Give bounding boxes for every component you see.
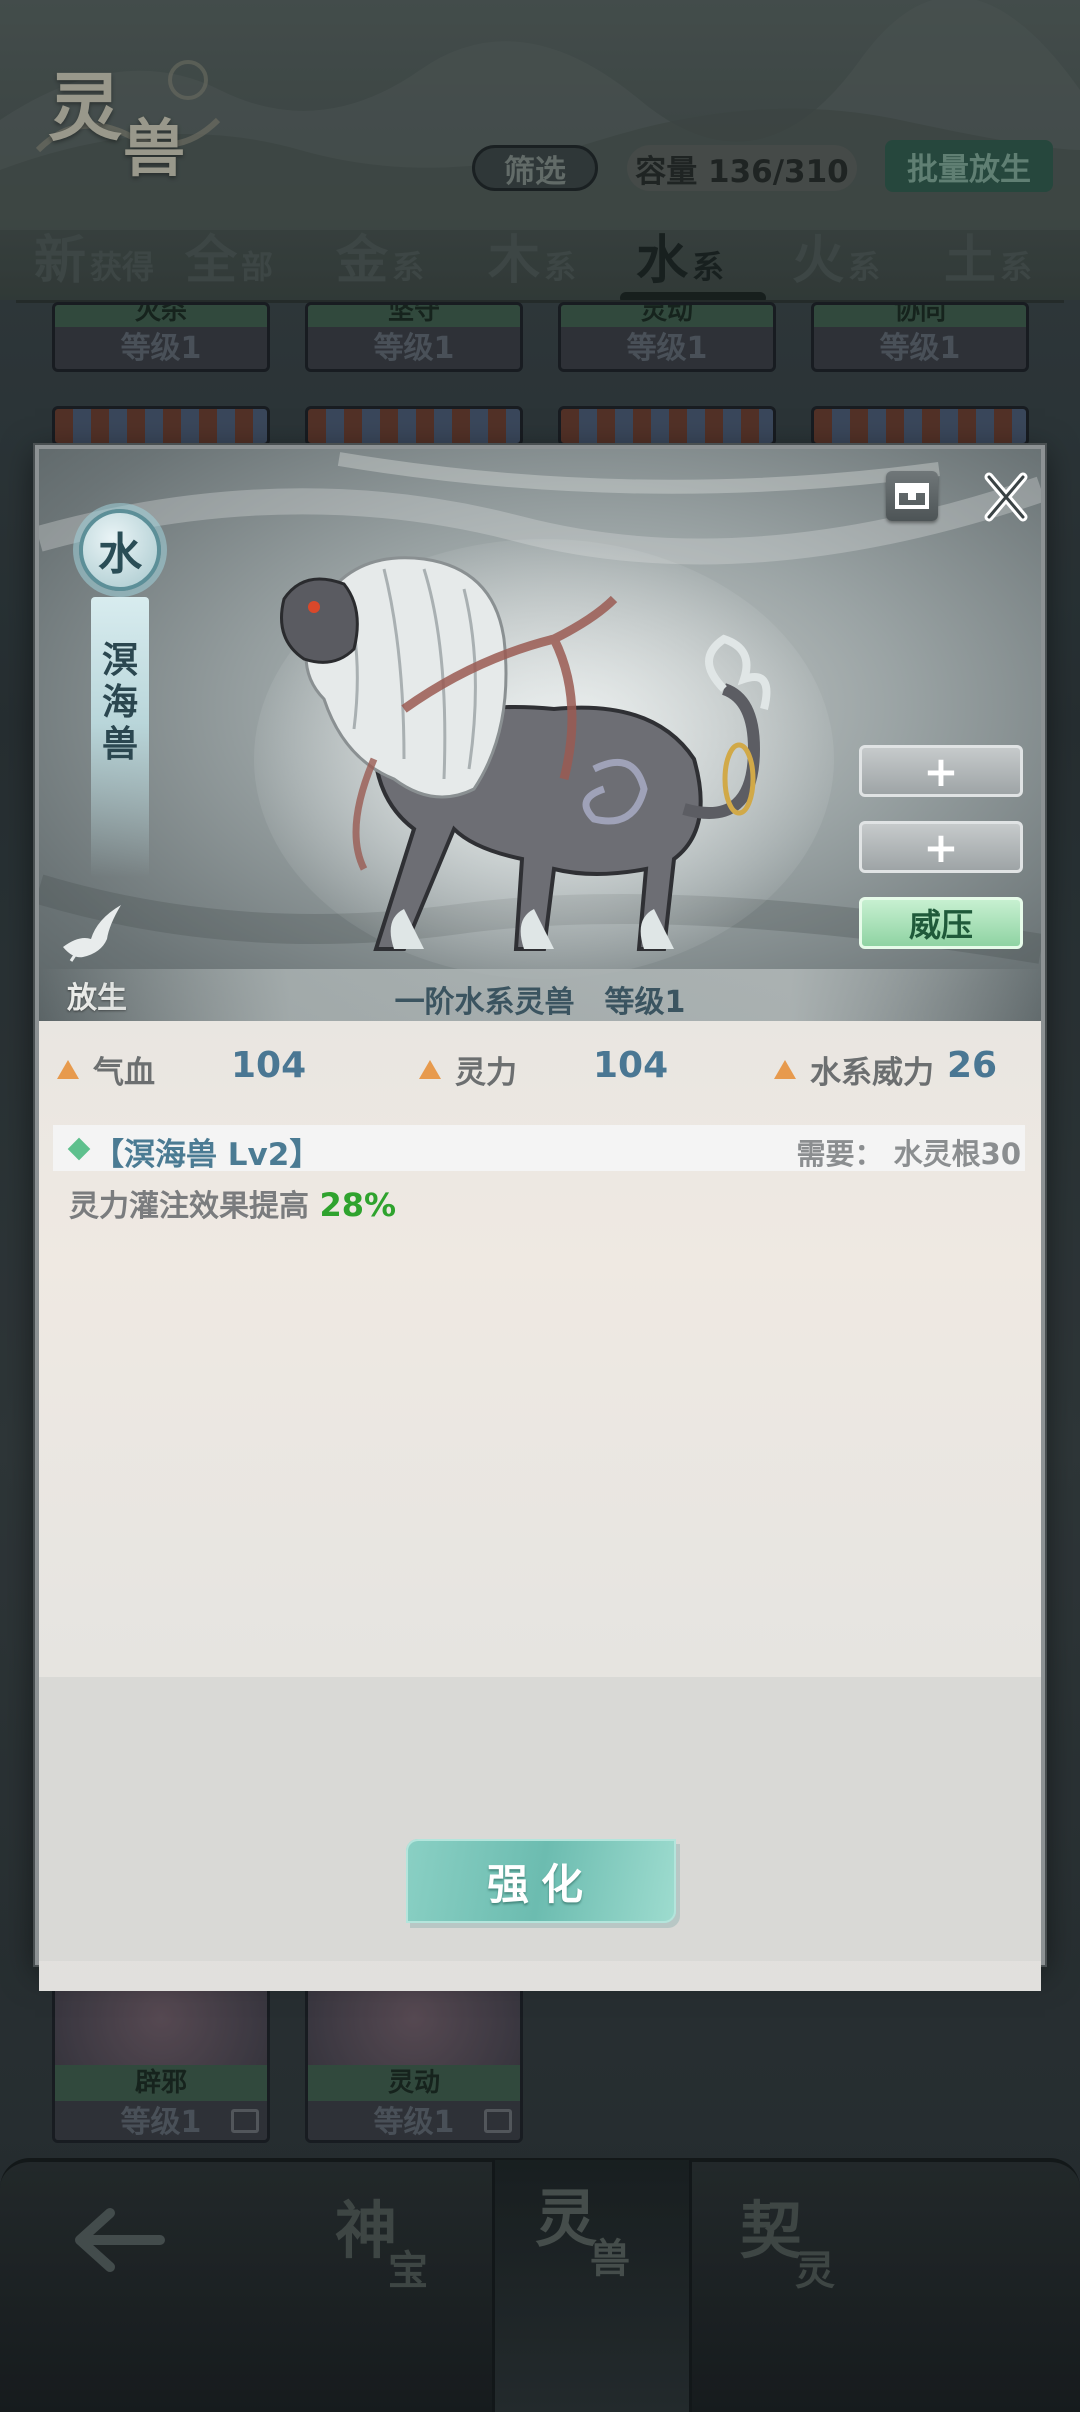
skill-desc-value: 28% xyxy=(319,1186,397,1224)
up-triangle-icon xyxy=(419,1059,441,1079)
stat-hp: 气血 xyxy=(57,1041,155,1097)
close-icon[interactable] xyxy=(981,469,1031,525)
chest-icon xyxy=(895,483,929,509)
skill-button-intimidate[interactable]: 威压 xyxy=(859,897,1023,949)
skill-header-row: 【溟海兽 Lv2】 需要： 水灵根30 xyxy=(53,1125,1025,1173)
stat-spirit: 灵力 xyxy=(419,1041,517,1097)
beast-name-char: 兽 xyxy=(101,723,138,765)
skill-title: 【溟海兽 Lv2】 xyxy=(93,1137,321,1173)
stat-label: 灵力 xyxy=(455,1054,517,1091)
stat-label: 气血 xyxy=(93,1054,155,1091)
element-badge: 水 xyxy=(79,509,161,591)
stat-value: 104 xyxy=(593,1045,669,1086)
beast-rank-caption: 一阶水系灵兽 等级1 xyxy=(394,985,686,1020)
stat-value: 104 xyxy=(231,1045,307,1086)
screen-root: { "header": { "logo_char1": "灵", "logo_c… xyxy=(0,0,1080,2412)
skill-description: 灵力灌注效果提高 28% xyxy=(69,1181,396,1225)
bird-icon[interactable] xyxy=(57,899,127,969)
beast-name-vertical: 溟 海 兽 xyxy=(91,639,149,765)
stat-value: 26 xyxy=(947,1045,998,1086)
beast-name-char: 海 xyxy=(101,681,138,723)
beast-illustration xyxy=(254,539,834,979)
skill-desc-text: 灵力灌注效果提高 xyxy=(69,1189,320,1224)
stat-water-power: 水系威力 xyxy=(774,1041,934,1097)
stat-label: 水系威力 xyxy=(810,1054,934,1091)
beast-detail-modal: 水 溟 海 兽 放生 xyxy=(35,445,1045,1991)
beast-name-char: 溟 xyxy=(101,639,138,681)
diamond-icon xyxy=(67,1137,91,1161)
up-triangle-icon xyxy=(774,1059,796,1079)
up-triangle-icon xyxy=(57,1059,79,1079)
skill-requirement: 需要： 水灵根30 xyxy=(796,1137,1021,1171)
add-slot-button-2[interactable]: + xyxy=(859,821,1023,873)
enhance-button[interactable]: 强化 xyxy=(406,1839,676,1923)
beast-art-panel: 水 溟 海 兽 放生 xyxy=(39,449,1041,1021)
add-slot-button-1[interactable]: + xyxy=(859,745,1023,797)
lock-chest-button[interactable] xyxy=(886,471,938,521)
